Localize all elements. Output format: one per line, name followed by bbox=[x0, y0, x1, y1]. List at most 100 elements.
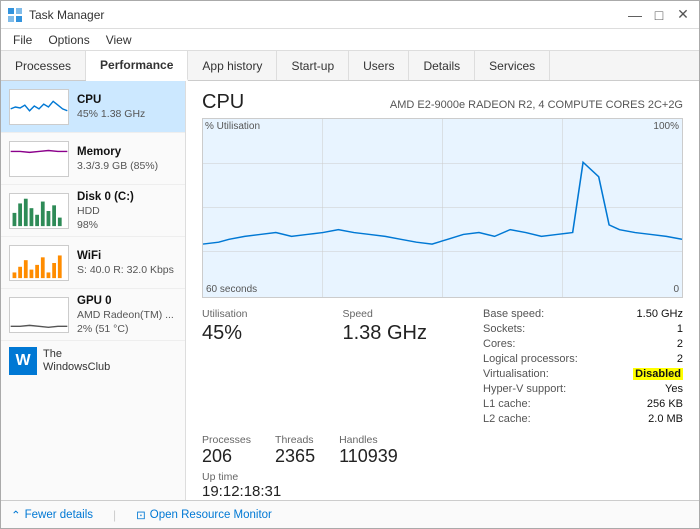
disk-sidebar-sub1: HDD bbox=[77, 205, 177, 217]
utilisation-value: 45% bbox=[202, 322, 343, 345]
threads-label: Threads bbox=[275, 434, 315, 446]
memory-sidebar-title: Memory bbox=[77, 146, 177, 158]
speed-value: 1.38 GHz bbox=[343, 322, 484, 345]
gpu-sidebar-sub2: 2% (51 °C) bbox=[77, 323, 177, 335]
sidebar: CPU 45% 1.38 GHz Memory 3.3/3.9 GB (85%) bbox=[1, 81, 186, 500]
stat-key-l2: L2 cache: bbox=[483, 413, 531, 425]
uptime-label: Up time bbox=[202, 471, 683, 483]
menu-file[interactable]: File bbox=[5, 31, 40, 49]
content-area: CPU 45% 1.38 GHz Memory 3.3/3.9 GB (85%) bbox=[1, 81, 699, 500]
wifi-sidebar-title: WiFi bbox=[77, 250, 177, 262]
tab-users[interactable]: Users bbox=[349, 51, 409, 80]
fewer-details-button[interactable]: ⌃ Fewer details bbox=[11, 508, 93, 522]
cpu-sidebar-sub: 45% 1.38 GHz bbox=[77, 108, 177, 120]
footer: ⌃ Fewer details | ⊡ Open Resource Monito… bbox=[1, 500, 699, 528]
cpu-main-title: CPU bbox=[202, 91, 244, 114]
stat-key-hyperv: Hyper-V support: bbox=[483, 383, 566, 395]
tab-startup[interactable]: Start-up bbox=[277, 51, 349, 80]
bottom-stats: Processes 206 Threads 2365 Handles 11093… bbox=[202, 434, 683, 500]
stat-key-l1: L1 cache: bbox=[483, 398, 531, 410]
chart-x-label: 60 seconds bbox=[206, 284, 257, 295]
disk-sidebar-title: Disk 0 (C:) bbox=[77, 191, 177, 203]
stat-key-virtualisation: Virtualisation: bbox=[483, 368, 549, 380]
memory-info: Memory 3.3/3.9 GB (85%) bbox=[77, 146, 177, 172]
gpu-sidebar-title: GPU 0 bbox=[77, 295, 177, 307]
processes-value: 206 bbox=[202, 446, 251, 467]
gpu-thumb bbox=[9, 297, 69, 333]
stat-virtualisation: Virtualisation: Disabled bbox=[483, 368, 683, 380]
chevron-up-icon: ⌃ bbox=[11, 508, 21, 522]
memory-sidebar-sub: 3.3/3.9 GB (85%) bbox=[77, 160, 177, 172]
stat-key-logical: Logical processors: bbox=[483, 353, 578, 365]
gpu-info: GPU 0 AMD Radeon(TM) ... 2% (51 °C) bbox=[77, 295, 177, 335]
disk-thumb bbox=[9, 193, 69, 229]
logo-area: W The WindowsClub bbox=[1, 341, 185, 379]
uptime-value: 19:12:18:31 bbox=[202, 483, 683, 500]
monitor-icon: ⊡ bbox=[136, 508, 146, 522]
sidebar-item-memory[interactable]: Memory 3.3/3.9 GB (85%) bbox=[1, 133, 185, 185]
threads-value: 2365 bbox=[275, 446, 315, 467]
minimize-button[interactable]: — bbox=[625, 5, 645, 25]
logo-icon: W bbox=[9, 347, 37, 375]
tab-performance[interactable]: Performance bbox=[86, 51, 188, 81]
processes-label: Processes bbox=[202, 434, 251, 446]
sidebar-item-gpu[interactable]: GPU 0 AMD Radeon(TM) ... 2% (51 °C) bbox=[1, 289, 185, 341]
cpu-thumb bbox=[9, 89, 69, 125]
chart-y-label: % Utilisation bbox=[205, 121, 260, 132]
maximize-button[interactable]: □ bbox=[649, 5, 669, 25]
footer-separator: | bbox=[113, 508, 116, 522]
stat-base-speed: Base speed: 1.50 GHz bbox=[483, 308, 683, 320]
stat-val-cores: 2 bbox=[677, 338, 683, 350]
stat-sockets: Sockets: 1 bbox=[483, 323, 683, 335]
utilisation-label: Utilisation bbox=[202, 308, 343, 320]
close-button[interactable]: ✕ bbox=[673, 5, 693, 25]
chart-y-100: 100% bbox=[653, 121, 679, 132]
stat-key-sockets: Sockets: bbox=[483, 323, 525, 335]
open-resource-monitor-button[interactable]: ⊡ Open Resource Monitor bbox=[136, 508, 272, 522]
app-icon bbox=[7, 7, 23, 23]
sidebar-item-wifi[interactable]: WiFi S: 40.0 R: 32.0 Kbps bbox=[1, 237, 185, 289]
menu-bar: File Options View bbox=[1, 29, 699, 51]
cpu-info: CPU 45% 1.38 GHz bbox=[77, 94, 177, 120]
tab-bar: Processes Performance App history Start-… bbox=[1, 51, 699, 81]
wifi-sidebar-sub: S: 40.0 R: 32.0 Kbps bbox=[77, 264, 177, 276]
memory-thumb bbox=[9, 141, 69, 177]
stat-val-base-speed: 1.50 GHz bbox=[637, 308, 683, 320]
speed-label: Speed bbox=[343, 308, 484, 320]
stat-key-cores: Cores: bbox=[483, 338, 515, 350]
disk-sidebar-sub2: 98% bbox=[77, 219, 177, 231]
menu-options[interactable]: Options bbox=[40, 31, 97, 49]
speed-stat: Speed 1.38 GHz bbox=[343, 308, 484, 428]
sidebar-item-cpu[interactable]: CPU 45% 1.38 GHz bbox=[1, 81, 185, 133]
tab-app-history[interactable]: App history bbox=[188, 51, 277, 80]
stat-val-logical: 2 bbox=[677, 353, 683, 365]
gpu-sidebar-sub1: AMD Radeon(TM) ... bbox=[77, 309, 177, 321]
menu-view[interactable]: View bbox=[98, 31, 140, 49]
stat-val-l1: 256 KB bbox=[647, 398, 683, 410]
handles-col: Handles 110939 bbox=[339, 434, 398, 467]
handles-label: Handles bbox=[339, 434, 398, 446]
stat-l1: L1 cache: 256 KB bbox=[483, 398, 683, 410]
stats-row: Utilisation 45% Speed 1.38 GHz Base spee… bbox=[202, 308, 683, 428]
stat-key-base-speed: Base speed: bbox=[483, 308, 544, 320]
title-bar-controls: — □ ✕ bbox=[625, 5, 693, 25]
handles-value: 110939 bbox=[339, 446, 398, 467]
wifi-thumb bbox=[9, 245, 69, 281]
stat-val-hyperv: Yes bbox=[665, 383, 683, 395]
tab-services[interactable]: Services bbox=[475, 51, 550, 80]
stat-l2: L2 cache: 2.0 MB bbox=[483, 413, 683, 425]
processes-col: Processes 206 bbox=[202, 434, 251, 467]
right-stats: Base speed: 1.50 GHz Sockets: 1 Cores: 2… bbox=[483, 308, 683, 428]
stat-hyperv: Hyper-V support: Yes bbox=[483, 383, 683, 395]
bottom-left: Processes 206 Threads 2365 Handles 11093… bbox=[202, 434, 683, 500]
stat-val-sockets: 1 bbox=[677, 323, 683, 335]
stat-val-virtualisation: Disabled bbox=[633, 368, 683, 380]
tab-details[interactable]: Details bbox=[409, 51, 475, 80]
sidebar-item-disk[interactable]: Disk 0 (C:) HDD 98% bbox=[1, 185, 185, 237]
cpu-model-label: AMD E2-9000e RADEON R2, 4 COMPUTE CORES … bbox=[390, 99, 683, 111]
cpu-chart: % Utilisation 100% 60 seconds 0 bbox=[202, 118, 683, 298]
tab-processes[interactable]: Processes bbox=[1, 51, 86, 80]
stat-cores: Cores: 2 bbox=[483, 338, 683, 350]
main-panel: CPU AMD E2-9000e RADEON R2, 4 COMPUTE CO… bbox=[186, 81, 699, 500]
wifi-info: WiFi S: 40.0 R: 32.0 Kbps bbox=[77, 250, 177, 276]
